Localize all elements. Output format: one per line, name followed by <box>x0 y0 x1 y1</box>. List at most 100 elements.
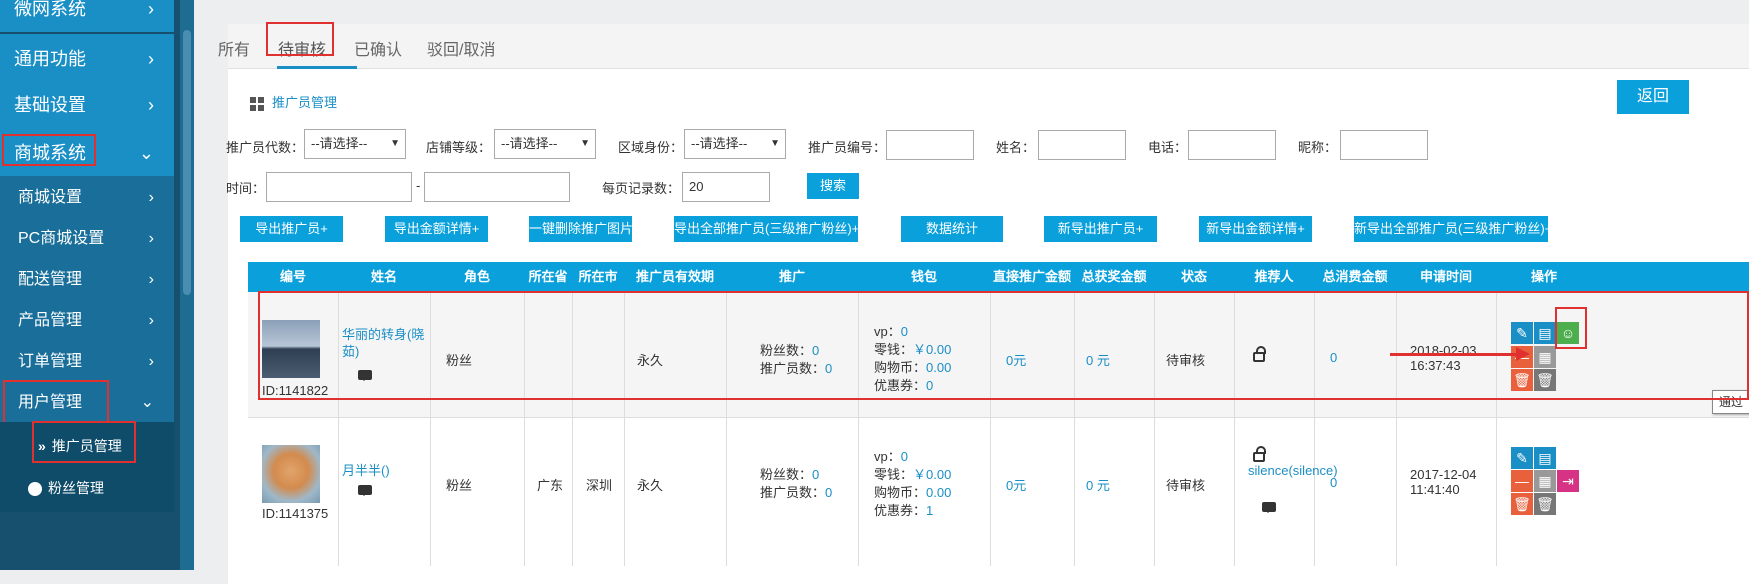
highlight-box <box>258 291 1749 400</box>
highlight-box <box>2 134 96 166</box>
sidebar-item-general[interactable]: 通用功能 › <box>0 34 174 84</box>
col-header-total-prize: 总获奖金额 <box>1081 269 1147 284</box>
col-header-direct-amount: 直接推广金额 <box>992 269 1071 284</box>
document-icon[interactable]: ▤ <box>1534 447 1556 469</box>
nickname-input[interactable] <box>1340 130 1428 160</box>
trash-icon[interactable]: 🗑 <box>1534 493 1556 515</box>
tab-confirmed[interactable]: 已确认 <box>354 36 402 60</box>
message-icon[interactable] <box>1262 502 1276 513</box>
shop-level-select[interactable]: --请选择-- ▼ <box>494 129 596 159</box>
referrer-link[interactable]: silence(silence) <box>1248 463 1338 478</box>
chevron-right-icon: › <box>148 49 154 69</box>
caret-down-icon: ▼ <box>770 138 780 149</box>
sidebar-subitem-delivery[interactable]: 配送管理 › <box>0 258 174 302</box>
per-page-input[interactable]: 20 <box>682 172 770 202</box>
sidebar-item-basic-settings[interactable]: 基础设置 › <box>0 80 174 130</box>
sidebar-subitem-orders[interactable]: 订单管理 › <box>0 340 174 384</box>
delete-icon[interactable]: 🗑 <box>1511 493 1533 515</box>
promoter-code-label: 推广员编号： <box>808 140 887 155</box>
promoter-id: ID:1141375 <box>262 506 329 521</box>
edit-icon[interactable]: ✎ <box>1511 447 1533 469</box>
chevron-right-icon: › <box>148 0 154 19</box>
time-label: 时间： <box>226 181 266 196</box>
caret-down-icon: ▼ <box>580 138 590 149</box>
city-value: 深圳 <box>586 478 613 493</box>
search-button[interactable]: 搜索 <box>807 173 859 199</box>
nickname-label: 昵称： <box>1298 140 1338 155</box>
caret-down-icon: ▼ <box>390 138 400 149</box>
lock-icon[interactable] <box>1253 446 1266 462</box>
promoter-name-link[interactable]: 月半半() <box>342 460 390 479</box>
arrow-head <box>1516 347 1530 361</box>
new-export-amount-details-button[interactable]: 新导出金额详情+ <box>1199 216 1312 242</box>
chevron-right-icon: › <box>148 271 154 288</box>
tab-bar: 所有 待审核 已确认 驳回/取消 <box>218 24 1749 69</box>
role-value: 粉丝 <box>446 478 473 493</box>
tab-rejected[interactable]: 驳回/取消 <box>427 36 495 60</box>
transfer-icon[interactable]: ⇥ <box>1557 470 1579 492</box>
tab-active-indicator <box>277 66 357 69</box>
level-select[interactable]: --请选择-- ▼ <box>304 129 406 159</box>
export-amount-details-button[interactable]: 导出金额详情+ <box>385 216 488 242</box>
back-button[interactable]: 返回 <box>1617 80 1689 114</box>
highlight-box <box>266 22 334 56</box>
phone-label: 电话： <box>1148 140 1188 155</box>
grid-icon <box>250 96 264 111</box>
col-header-referrer: 推荐人 <box>1254 269 1294 284</box>
chevron-right-icon: › <box>148 312 154 329</box>
time-end-input[interactable] <box>424 172 570 202</box>
export-promoters-button[interactable]: 导出推广员+ <box>240 216 343 242</box>
per-page-label: 每页记录数： <box>602 181 681 196</box>
delete-promo-images-button[interactable]: 一键删除推广图片 <box>529 216 633 242</box>
col-header-city: 所在市 <box>578 269 618 284</box>
col-header-province: 所在省 <box>528 269 568 284</box>
validity-value: 永久 <box>637 478 664 493</box>
highlight-box <box>32 421 136 463</box>
col-header-name: 姓名 <box>370 269 397 284</box>
col-header-apply-time: 申请时间 <box>1419 269 1472 284</box>
sidebar-subitem-mall-settings[interactable]: 商城设置 › <box>0 176 174 220</box>
new-export-all-promoters-button[interactable]: 新导出全部推广员(三级推广粉丝)+ <box>1354 216 1552 242</box>
shop-level-label: 店铺等级： <box>426 140 492 155</box>
sidebar-leaf-fans-management[interactable]: 粉丝管理 <box>0 464 174 512</box>
col-header-id: 编号 <box>279 269 306 284</box>
minus-icon[interactable]: — <box>1511 470 1533 492</box>
table-header: 编号 姓名 角色 所在省 所在市 推广员有效期 推广 钱包 直接推广金额 总获奖… <box>248 262 1749 292</box>
new-export-promoters-button[interactable]: 新导出推广员+ <box>1044 216 1157 242</box>
chevron-down-icon: ⌄ <box>138 143 154 163</box>
user-circle-icon <box>28 482 42 497</box>
breadcrumb: 推广员管理 <box>250 92 337 111</box>
col-header-validity: 推广员有效期 <box>635 269 714 284</box>
name-label: 姓名： <box>996 140 1036 155</box>
region-select[interactable]: --请选择-- ▼ <box>684 129 786 159</box>
sidebar-scroll-thumb[interactable] <box>183 30 191 295</box>
phone-input[interactable] <box>1188 130 1276 160</box>
level-label: 推广员代数： <box>226 140 305 155</box>
col-header-actions: 操作 <box>1530 269 1557 284</box>
sidebar-item-wechat-site[interactable]: 微网系统 › <box>0 0 174 34</box>
arrow-line <box>1390 353 1518 356</box>
tab-all[interactable]: 所有 <box>218 36 250 60</box>
export-all-promoters-button[interactable]: 导出全部推广员(三级推广粉丝)+ <box>674 216 859 242</box>
col-header-total-consume: 总消费金额 <box>1322 269 1388 284</box>
qrcode-icon[interactable]: ▦ <box>1534 470 1556 492</box>
status-value: 待审核 <box>1166 478 1206 493</box>
promoter-code-input[interactable] <box>886 130 974 160</box>
direct-amount-link[interactable]: 0元 <box>1006 475 1026 494</box>
name-input[interactable] <box>1038 130 1126 160</box>
promotion-stats: 粉丝数：0 推广员数：0 <box>760 467 833 500</box>
col-header-promotion: 推广 <box>778 269 805 284</box>
data-statistics-button[interactable]: 数据统计 <box>901 216 1003 242</box>
time-separator: - <box>416 178 421 193</box>
sidebar-subitem-pc-mall[interactable]: PC商城设置 › <box>0 217 174 261</box>
time-start-input[interactable] <box>266 172 412 202</box>
region-label: 区域身份： <box>618 140 684 155</box>
wallet-stats: vp：0 零钱：￥0.00 购物币：0.00 优惠券：1 <box>874 449 952 518</box>
col-header-wallet: 钱包 <box>910 269 937 284</box>
avatar <box>262 445 320 503</box>
sidebar-subitem-products[interactable]: 产品管理 › <box>0 299 174 343</box>
message-icon[interactable] <box>358 485 372 496</box>
total-consume-link[interactable]: 0 <box>1330 475 1337 490</box>
total-prize-link[interactable]: 0 元 <box>1086 475 1110 494</box>
chevron-right-icon: › <box>148 353 154 370</box>
